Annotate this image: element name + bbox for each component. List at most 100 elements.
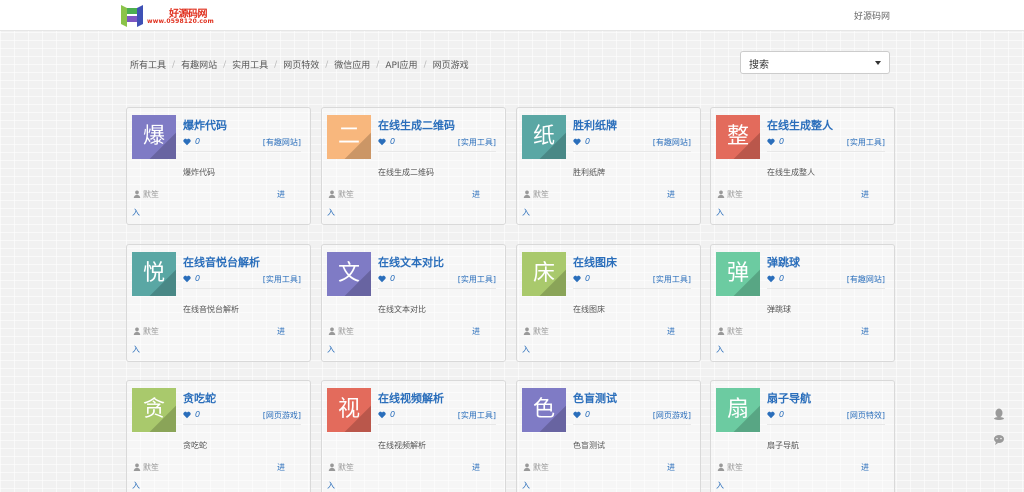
category-tag[interactable]: [实用工具]: [458, 137, 496, 148]
tool-card[interactable]: 整在线生成整人 0 [实用工具] 在线生成整人 默笙进入: [710, 107, 895, 225]
tool-title-link[interactable]: 扇子导航: [767, 390, 811, 406]
tool-title-link[interactable]: 胜利纸牌: [573, 117, 617, 133]
enter-link[interactable]: 进: [277, 326, 285, 337]
crumb-utilities[interactable]: 实用工具: [232, 58, 268, 71]
tool-tile[interactable]: 视: [327, 388, 371, 432]
tool-tile[interactable]: 色: [522, 388, 566, 432]
category-tag[interactable]: [网页游戏]: [263, 410, 301, 421]
heart-icon[interactable]: [767, 275, 775, 283]
tool-card[interactable]: 二在线生成二维码 0 [实用工具] 在线生成二维码 默笙进入: [321, 107, 506, 225]
category-tag[interactable]: [实用工具]: [653, 274, 691, 285]
enter-link[interactable]: 进: [861, 326, 869, 337]
enter-link-wrap[interactable]: 入: [716, 344, 724, 355]
enter-link[interactable]: 进: [667, 462, 675, 473]
crumb-web-games[interactable]: 网页游戏: [433, 58, 469, 71]
site-name-link[interactable]: 好源码网: [854, 9, 890, 22]
category-tag[interactable]: [网页游戏]: [653, 410, 691, 421]
category-tag[interactable]: [实用工具]: [458, 274, 496, 285]
crumb-web-effects[interactable]: 网页特效: [283, 58, 319, 71]
tool-tile[interactable]: 爆: [132, 115, 176, 159]
enter-link[interactable]: 进: [861, 189, 869, 200]
heart-icon[interactable]: [573, 411, 581, 419]
tool-tile[interactable]: 床: [522, 252, 566, 296]
enter-link[interactable]: 进: [667, 189, 675, 200]
enter-link-wrap[interactable]: 入: [716, 207, 724, 218]
enter-link[interactable]: 进: [277, 189, 285, 200]
enter-link[interactable]: 进: [472, 326, 480, 337]
crumb-api-apps[interactable]: API应用: [385, 58, 417, 71]
tool-card[interactable]: 床在线图床 0 [实用工具] 在线图床 默笙进入: [516, 244, 701, 362]
tool-title-link[interactable]: 色盲测试: [573, 390, 617, 406]
heart-icon[interactable]: [378, 275, 386, 283]
heart-icon[interactable]: [573, 275, 581, 283]
tool-card[interactable]: 扇扇子导航 0 [网页特效] 扇子导航 默笙进入: [710, 380, 895, 492]
tool-card[interactable]: 爆爆炸代码 0 [有趣网站] 爆炸代码 默笙进入: [126, 107, 311, 225]
crumb-wechat-apps[interactable]: 微信应用: [334, 58, 370, 71]
enter-link[interactable]: 进: [667, 326, 675, 337]
tool-title-link[interactable]: 在线生成二维码: [378, 117, 455, 133]
enter-link-wrap[interactable]: 入: [132, 207, 140, 218]
tool-title-link[interactable]: 在线文本对比: [378, 254, 444, 270]
category-tag[interactable]: [实用工具]: [263, 274, 301, 285]
tool-title-link[interactable]: 弹跳球: [767, 254, 800, 270]
heart-icon[interactable]: [573, 138, 581, 146]
tool-title-link[interactable]: 在线图床: [573, 254, 617, 270]
enter-link[interactable]: 进: [472, 462, 480, 473]
heart-icon[interactable]: [378, 411, 386, 419]
heart-icon[interactable]: [767, 411, 775, 419]
enter-link[interactable]: 进: [277, 462, 285, 473]
enter-link-wrap[interactable]: 入: [132, 344, 140, 355]
tool-title-link[interactable]: 在线视频解析: [378, 390, 444, 406]
category-tag[interactable]: [有趣网站]: [653, 137, 691, 148]
enter-link-wrap[interactable]: 入: [327, 207, 335, 218]
heart-icon[interactable]: [378, 138, 386, 146]
enter-link[interactable]: 进: [472, 189, 480, 200]
tool-card[interactable]: 视在线视频解析 0 [实用工具] 在线视频解析 默笙进入: [321, 380, 506, 492]
divider: [378, 288, 496, 289]
tool-tile[interactable]: 扇: [716, 388, 760, 432]
enter-link-wrap[interactable]: 入: [327, 480, 335, 491]
wechat-icon[interactable]: [993, 433, 1005, 445]
crumb-fun-sites[interactable]: 有趣网站: [181, 58, 217, 71]
category-tag[interactable]: [实用工具]: [458, 410, 496, 421]
tool-tile[interactable]: 贪: [132, 388, 176, 432]
enter-link-wrap[interactable]: 入: [327, 344, 335, 355]
heart-icon[interactable]: [183, 411, 191, 419]
enter-link-wrap[interactable]: 入: [522, 207, 530, 218]
tool-title-link[interactable]: 在线音悦台解析: [183, 254, 260, 270]
heart-icon[interactable]: [183, 138, 191, 146]
crumb-separator: /: [376, 59, 380, 70]
site-logo[interactable]: 好源码网 www.0598120.com: [121, 3, 221, 27]
tool-tile[interactable]: 整: [716, 115, 760, 159]
qq-icon[interactable]: [993, 408, 1005, 420]
tool-title-link[interactable]: 在线生成整人: [767, 117, 833, 133]
tool-card[interactable]: 悦在线音悦台解析 0 [实用工具] 在线音悦台解析 默笙进入: [126, 244, 311, 362]
tool-title-link[interactable]: 贪吃蛇: [183, 390, 216, 406]
tool-card[interactable]: 色色盲测试 0 [网页游戏] 色盲测试 默笙进入: [516, 380, 701, 492]
tool-tile[interactable]: 弹: [716, 252, 760, 296]
enter-link-wrap[interactable]: 入: [132, 480, 140, 491]
crumb-all-tools[interactable]: 所有工具: [130, 58, 166, 71]
tool-card[interactable]: 贪贪吃蛇 0 [网页游戏] 贪吃蛇 默笙进入: [126, 380, 311, 492]
enter-link-wrap[interactable]: 入: [716, 480, 724, 491]
enter-link-wrap[interactable]: 入: [522, 480, 530, 491]
tool-tile[interactable]: 纸: [522, 115, 566, 159]
category-tag[interactable]: [有趣网站]: [263, 137, 301, 148]
like-count: 0: [195, 410, 201, 419]
tool-title-link[interactable]: 爆炸代码: [183, 117, 227, 133]
category-tag[interactable]: [有趣网站]: [847, 274, 885, 285]
tool-card[interactable]: 纸胜利纸牌 0 [有趣网站] 胜利纸牌 默笙进入: [516, 107, 701, 225]
tool-card[interactable]: 弹弹跳球 0 [有趣网站] 弹跳球 默笙进入: [710, 244, 895, 362]
heart-icon[interactable]: [183, 275, 191, 283]
enter-link-wrap[interactable]: 入: [522, 344, 530, 355]
category-tag[interactable]: [网页特效]: [847, 410, 885, 421]
heart-icon[interactable]: [767, 138, 775, 146]
tool-card[interactable]: 文在线文本对比 0 [实用工具] 在线文本对比 默笙进入: [321, 244, 506, 362]
search-select[interactable]: 搜索: [740, 51, 890, 74]
tool-tile[interactable]: 悦: [132, 252, 176, 296]
enter-link[interactable]: 进: [861, 462, 869, 473]
tool-tile[interactable]: 二: [327, 115, 371, 159]
category-tag[interactable]: [实用工具]: [847, 137, 885, 148]
tool-description: 色盲测试: [573, 441, 605, 450]
tool-tile[interactable]: 文: [327, 252, 371, 296]
